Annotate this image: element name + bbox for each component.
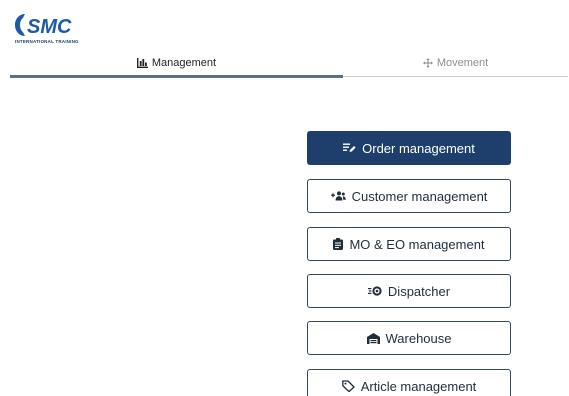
dispatch-gear-icon <box>367 286 382 296</box>
warehouse-button[interactable]: Warehouse <box>307 321 511 355</box>
users-add-icon <box>330 191 346 201</box>
dispatcher-label: Dispatcher <box>387 283 451 299</box>
customer-management-button[interactable]: Customer management <box>307 179 511 213</box>
tab-movement-label: Movement <box>436 57 489 69</box>
app-page: SMC INTERNATIONAL TRAINING Management Mo… <box>0 0 569 396</box>
order-management-button[interactable]: Order management <box>307 131 511 165</box>
article-management-label: Article management <box>360 378 477 394</box>
bar-chart-icon <box>136 58 148 68</box>
tab-active-indicator <box>10 75 343 78</box>
clipboard-icon <box>333 238 344 250</box>
tag-icon <box>341 380 355 392</box>
edit-list-icon <box>343 143 356 153</box>
tab-movement[interactable]: Movement <box>343 52 568 74</box>
move-arrows-icon <box>422 58 433 68</box>
smc-logo-mark: SMC <box>15 14 72 38</box>
smc-logo: SMC INTERNATIONAL TRAINING <box>12 8 102 48</box>
logo-tagline: INTERNATIONAL TRAINING <box>15 39 79 44</box>
tab-management-label: Management <box>151 57 217 69</box>
mo-eo-management-label: MO & EO management <box>349 236 485 252</box>
customer-management-label: Customer management <box>351 188 488 204</box>
svg-text:SMC: SMC <box>27 16 72 38</box>
main-tabs: Management Movement <box>10 52 568 78</box>
order-management-label: Order management <box>362 140 475 156</box>
tab-management[interactable]: Management <box>10 52 343 74</box>
warehouse-label: Warehouse <box>385 330 452 346</box>
mo-eo-management-button[interactable]: MO & EO management <box>307 227 511 261</box>
article-management-button[interactable]: Article management <box>307 369 511 396</box>
dispatcher-button[interactable]: Dispatcher <box>307 274 511 308</box>
warehouse-icon <box>366 332 380 344</box>
